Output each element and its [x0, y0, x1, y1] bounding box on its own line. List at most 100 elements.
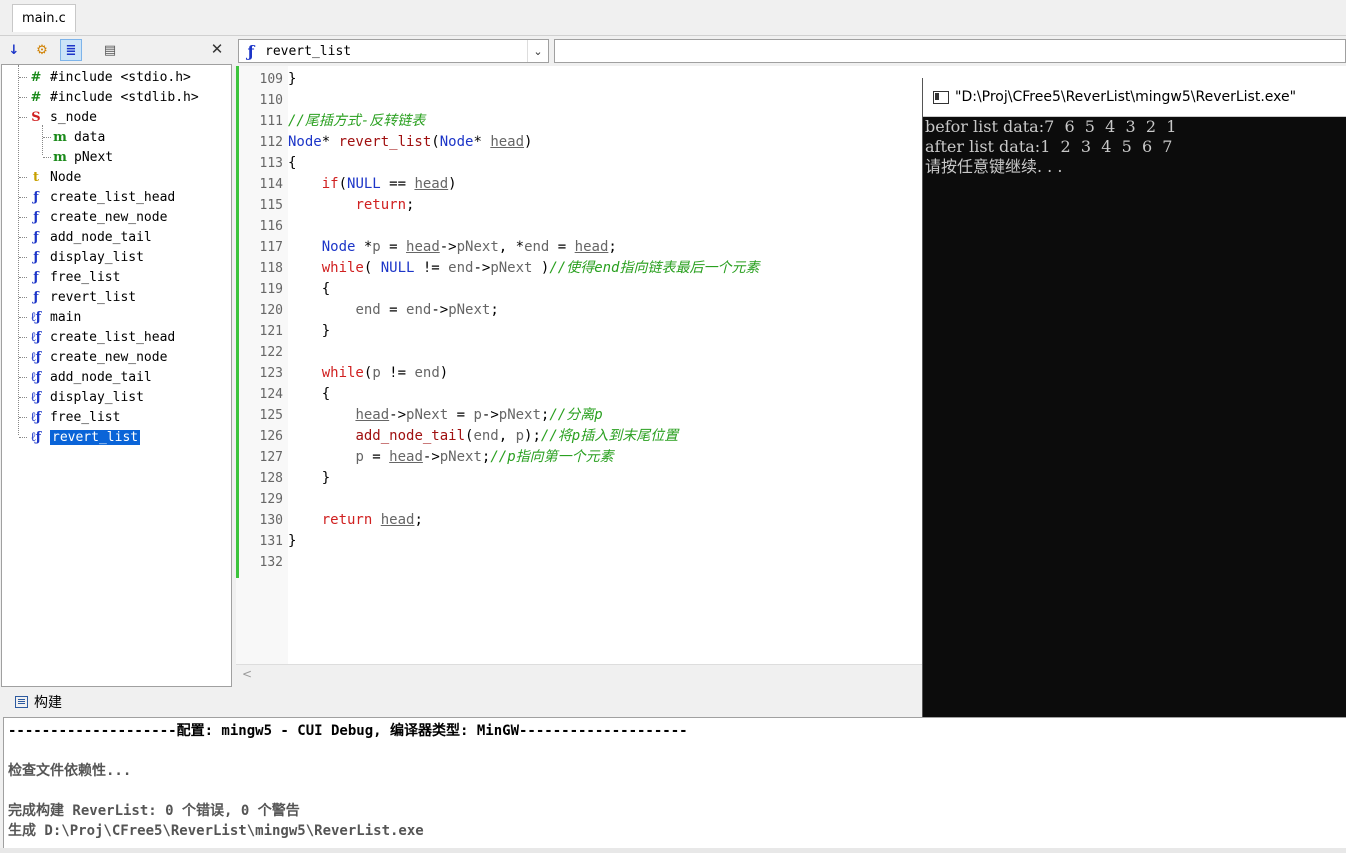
tree-item-free-list[interactable]: ƒ free_list [28, 267, 120, 287]
tree-item-free-list[interactable]: ℓƒ free_list [28, 407, 121, 427]
tree-item-create-new-node[interactable]: ℓƒ create_new_node [28, 347, 168, 367]
function-icon: ƒ [247, 41, 255, 61]
group-view-icon[interactable]: ≣ [60, 39, 82, 61]
build-panel-title: 构建 [34, 695, 62, 711]
tree-item-label: display_list [50, 389, 144, 405]
symbol-f-icon: ƒ [33, 249, 39, 265]
tree-item-node[interactable]: t Node [28, 167, 81, 187]
tree-item-create-list-head[interactable]: ℓƒ create_list_head [28, 327, 175, 347]
symbol-lf-icon: ℓƒ [30, 390, 42, 405]
horizontal-scrollbar[interactable]: < [236, 664, 926, 687]
tree-guide-line [19, 237, 27, 238]
tree-item-data[interactable]: m data [52, 127, 105, 147]
tree-item-label: create_new_node [50, 209, 168, 225]
tree-item-create-new-node[interactable]: ƒ create_new_node [28, 207, 167, 227]
tree-guide-line [43, 137, 51, 138]
symbol-#-icon: # [30, 89, 42, 105]
console-line: befor list data:7 6 5 4 3 2 1 [925, 117, 1177, 136]
tree-guide-line [42, 125, 43, 155]
tree-item-s-node[interactable]: Ss_node [28, 107, 97, 127]
symbol-S-icon: S [31, 109, 41, 125]
tree-item-create-list-head[interactable]: ƒ create_list_head [28, 187, 175, 207]
status-strip [0, 848, 1346, 853]
tree-item-label: main [50, 309, 82, 325]
symbol-f-icon: ƒ [33, 269, 39, 285]
symbol-m-icon: m [53, 129, 67, 145]
tree-guide-line [19, 317, 27, 318]
console-line: after list data:1 2 3 4 5 6 7 [925, 137, 1173, 156]
build-icon [15, 696, 28, 708]
build-line: --------------------配置: mingw5 - CUI Deb… [8, 723, 688, 739]
symbol-f-icon: ƒ [33, 189, 39, 205]
tree-item-label: Node [50, 169, 82, 185]
tree-item-label: data [74, 129, 106, 145]
tab-main-c[interactable]: main.c [12, 4, 76, 32]
tree-item-label: add_node_tail [50, 229, 152, 245]
tree-guide-line [19, 217, 27, 218]
tree-item-label: add_node_tail [50, 369, 152, 385]
symbol-f-icon: ƒ [33, 209, 39, 225]
tree-guide-line [19, 277, 27, 278]
symbol-lf-icon: ℓƒ [30, 430, 42, 445]
symbol-f-icon: ƒ [33, 289, 39, 305]
tree-item-label: free_list [50, 269, 121, 285]
build-output[interactable]: --------------------配置: mingw5 - CUI Deb… [3, 717, 1346, 849]
tree-item-include-stdlib-h[interactable]: # #include <stdlib.h> [28, 87, 199, 107]
console-line: 请按任意键继续. . . [925, 157, 1063, 176]
build-line: 完成构建 ReverList: 0 个错误, 0 个警告 [8, 803, 300, 819]
build-panel-header: 构建 [0, 688, 922, 716]
tree-guide-line [19, 357, 27, 358]
tree-guide-line [19, 197, 27, 198]
tree-item-label: create_list_head [50, 189, 176, 205]
symbol-lf-icon: ℓƒ [30, 330, 42, 345]
tree-guide-line [19, 377, 27, 378]
function-combo-value: revert_list [265, 43, 352, 59]
tree-item-label: create_list_head [50, 329, 176, 345]
build-line: 检查文件依赖性... [8, 763, 132, 779]
tree-item-label: revert_list [50, 429, 141, 445]
tree-item-label: #include <stdlib.h> [50, 89, 199, 105]
console-title: "D:\Proj\CFree5\ReverList\mingw5\ReverLi… [955, 89, 1297, 105]
function-combo[interactable]: ƒ revert_list ⌄ [238, 39, 549, 63]
symbol-tree: # #include <stdio.h> # #include <stdlib.h> S… [1, 64, 232, 687]
tree-item-label: s_node [50, 109, 97, 125]
tree-item-label: create_new_node [50, 349, 168, 365]
symbol-lf-icon: ℓƒ [30, 350, 42, 365]
tree-item-pnext[interactable]: m pNext [52, 147, 113, 167]
console-icon [933, 90, 949, 104]
tree-item-add-node-tail[interactable]: ℓƒ add_node_tail [28, 367, 152, 387]
tree-item-revert-list[interactable]: ƒ revert_list [28, 287, 136, 307]
symbol-t-icon: t [32, 169, 39, 185]
tree-guide-line [19, 117, 27, 118]
tree-guide-line [19, 97, 27, 98]
close-icon[interactable]: ✕ [207, 39, 227, 59]
tree-guide-line [19, 297, 27, 298]
tree-item-main[interactable]: ℓƒ main [28, 307, 82, 327]
tree-item-label: #include <stdio.h> [50, 69, 191, 85]
symbol-#-icon: # [30, 69, 42, 85]
tree-item-display-list[interactable]: ƒ display_list [28, 247, 144, 267]
tree-guide-line [19, 337, 27, 338]
tree-item-revert-list[interactable]: ℓƒ revert_list [28, 427, 141, 447]
console-window[interactable]: "D:\Proj\CFree5\ReverList\mingw5\ReverLi… [922, 78, 1346, 717]
tree-item-label: free_list [50, 409, 121, 425]
tree-guide-line [19, 437, 27, 438]
search-combo[interactable] [554, 39, 1346, 63]
tree-item-label: display_list [50, 249, 144, 265]
symbol-m-icon: m [53, 149, 67, 165]
tree-guide-line [19, 417, 27, 418]
build-line: 生成 D:\Proj\CFree5\ReverList\mingw5\Rever… [8, 823, 424, 839]
console-title-bar[interactable]: "D:\Proj\CFree5\ReverList\mingw5\ReverLi… [923, 78, 1346, 117]
tree-guide-line [19, 257, 27, 258]
tree-guide-line [19, 77, 27, 78]
symbol-f-icon: ƒ [33, 229, 39, 245]
properties-icon[interactable]: ▤ [99, 39, 121, 61]
sort-type-icon[interactable]: ⚙ [31, 39, 53, 61]
tab-bar: main.c [0, 0, 1346, 36]
sort-alpha-icon[interactable]: ↓ [3, 39, 25, 61]
chevron-down-icon[interactable]: ⌄ [527, 40, 548, 62]
scroll-left-icon[interactable]: < [242, 667, 252, 681]
tree-item-add-node-tail[interactable]: ƒ add_node_tail [28, 227, 152, 247]
tree-item-display-list[interactable]: ℓƒ display_list [28, 387, 144, 407]
tree-item-include-stdio-h[interactable]: # #include <stdio.h> [28, 67, 191, 87]
